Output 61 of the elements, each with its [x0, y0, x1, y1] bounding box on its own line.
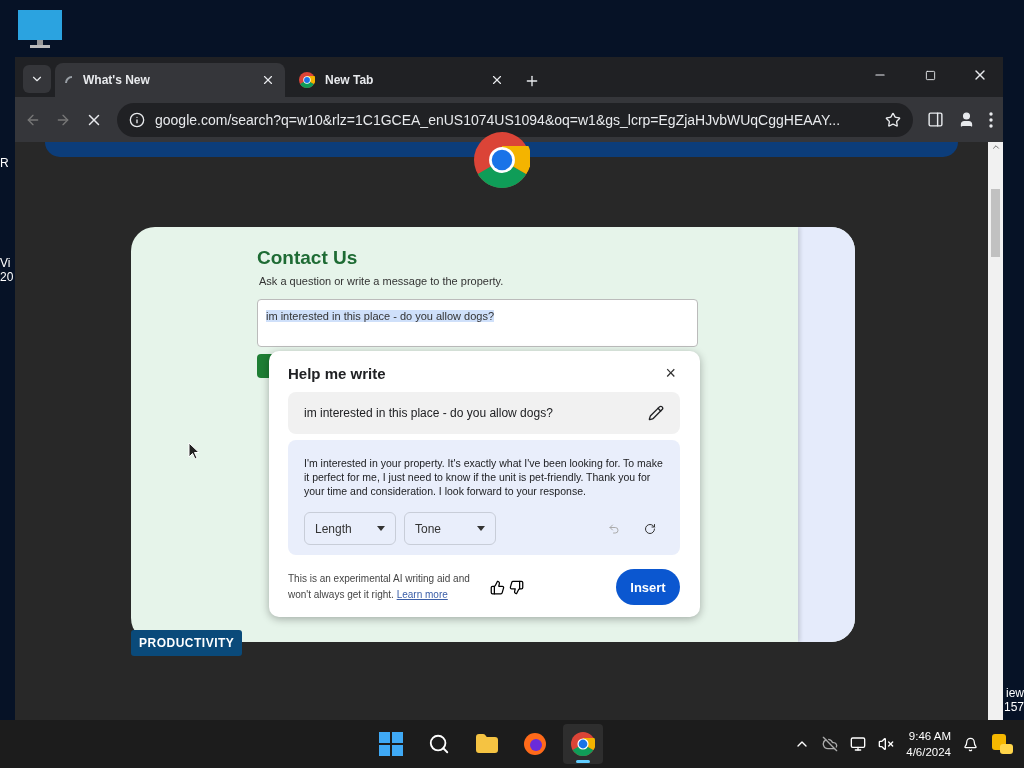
tab-title: New Tab	[325, 73, 375, 87]
chrome-icon	[299, 72, 315, 88]
new-tab-button[interactable]	[524, 73, 540, 89]
profile-icon	[958, 111, 975, 128]
desktop-label: 157	[1003, 700, 1024, 714]
contact-title: Contact Us	[257, 247, 359, 269]
loading-spinner-icon	[65, 76, 73, 84]
firefox-icon[interactable]	[523, 732, 548, 756]
message-field[interactable]: im interested in this place - do you allow dogs?	[257, 299, 698, 347]
monitor-icon[interactable]	[18, 10, 62, 50]
scroll-up-icon[interactable]	[990, 142, 1001, 152]
profile-button[interactable]	[958, 111, 975, 128]
windows-start-icon[interactable]	[379, 732, 404, 756]
category-tag: PRODUCTIVITY	[131, 630, 243, 656]
contact-subtitle: Ask a question or write a message to the property.	[259, 275, 505, 287]
learn-more-link[interactable]: Learn more	[396, 589, 448, 600]
thumbs-up-icon[interactable]	[490, 579, 505, 595]
app-badge-icon[interactable]	[990, 732, 1014, 756]
menu-button[interactable]	[989, 111, 993, 128]
prompt-field[interactable]: im interested in this place - do you allow dogs?	[288, 392, 680, 434]
network-icon[interactable]	[850, 736, 867, 752]
mouse-cursor-icon	[188, 442, 200, 460]
desktop-label: 20	[0, 270, 14, 284]
bookmark-star-icon[interactable]	[885, 111, 901, 128]
side-panel-icon	[927, 111, 944, 128]
search-icon[interactable]	[428, 733, 451, 755]
close-icon[interactable]	[261, 73, 275, 87]
scrollbar[interactable]	[988, 142, 1003, 720]
edit-icon[interactable]	[648, 405, 664, 421]
info-icon[interactable]	[129, 111, 145, 128]
browser-tab[interactable]: New Tab	[289, 63, 514, 97]
dropdown[interactable]: Length	[304, 512, 396, 545]
generated-text: I'm interested in your property. It's exactly what I've been looking for. To make it perfect for me, I just need to know if the unit is pet-friendly. Thank you for your time and consideration. I look forward to your response.	[304, 456, 664, 498]
caret-icon	[377, 526, 385, 531]
tab-list-button[interactable]	[23, 65, 51, 93]
notification-icon[interactable]	[963, 736, 978, 752]
maximize-icon	[924, 69, 936, 81]
dropdown[interactable]: Tone	[404, 512, 496, 545]
side-panel-button[interactable]	[927, 111, 944, 128]
refresh-icon[interactable]	[644, 522, 656, 535]
dialog-title: Help me write	[288, 365, 386, 382]
disclaimer-text: This is an experimental AI writing aid and won't always get it right. Learn more	[288, 572, 471, 602]
desktop-label: iew	[1005, 686, 1024, 700]
chrome-icon	[571, 732, 596, 756]
desktop-label: R	[0, 156, 10, 170]
scroll-thumb[interactable]	[991, 189, 1000, 257]
chrome-logo-icon	[473, 132, 530, 188]
volume-muted-icon[interactable]	[878, 736, 895, 752]
more-icon	[989, 111, 993, 128]
close-icon[interactable]	[490, 73, 504, 87]
desktop-label: Vi	[0, 256, 12, 270]
clock[interactable]: 9:46 AM 4/6/2024	[906, 728, 951, 760]
insert-button[interactable]: Insert	[616, 569, 680, 605]
caret-icon	[477, 526, 485, 531]
close-button[interactable]: ×	[665, 363, 676, 384]
cloud-off-icon[interactable]	[822, 736, 839, 752]
tab-title: What's New	[83, 73, 151, 87]
folder-icon[interactable]	[475, 732, 500, 756]
thumbs-down-icon[interactable]	[509, 579, 524, 595]
address-bar[interactable]: google.com/search?q=w10&rlz=1C1GCEA_enUS1074US1094&oq=w1&gs_lcrp=EgZjaHJvbWUqCggHEAAY...	[117, 102, 913, 137]
browser-tab[interactable]: What's New	[55, 63, 285, 97]
